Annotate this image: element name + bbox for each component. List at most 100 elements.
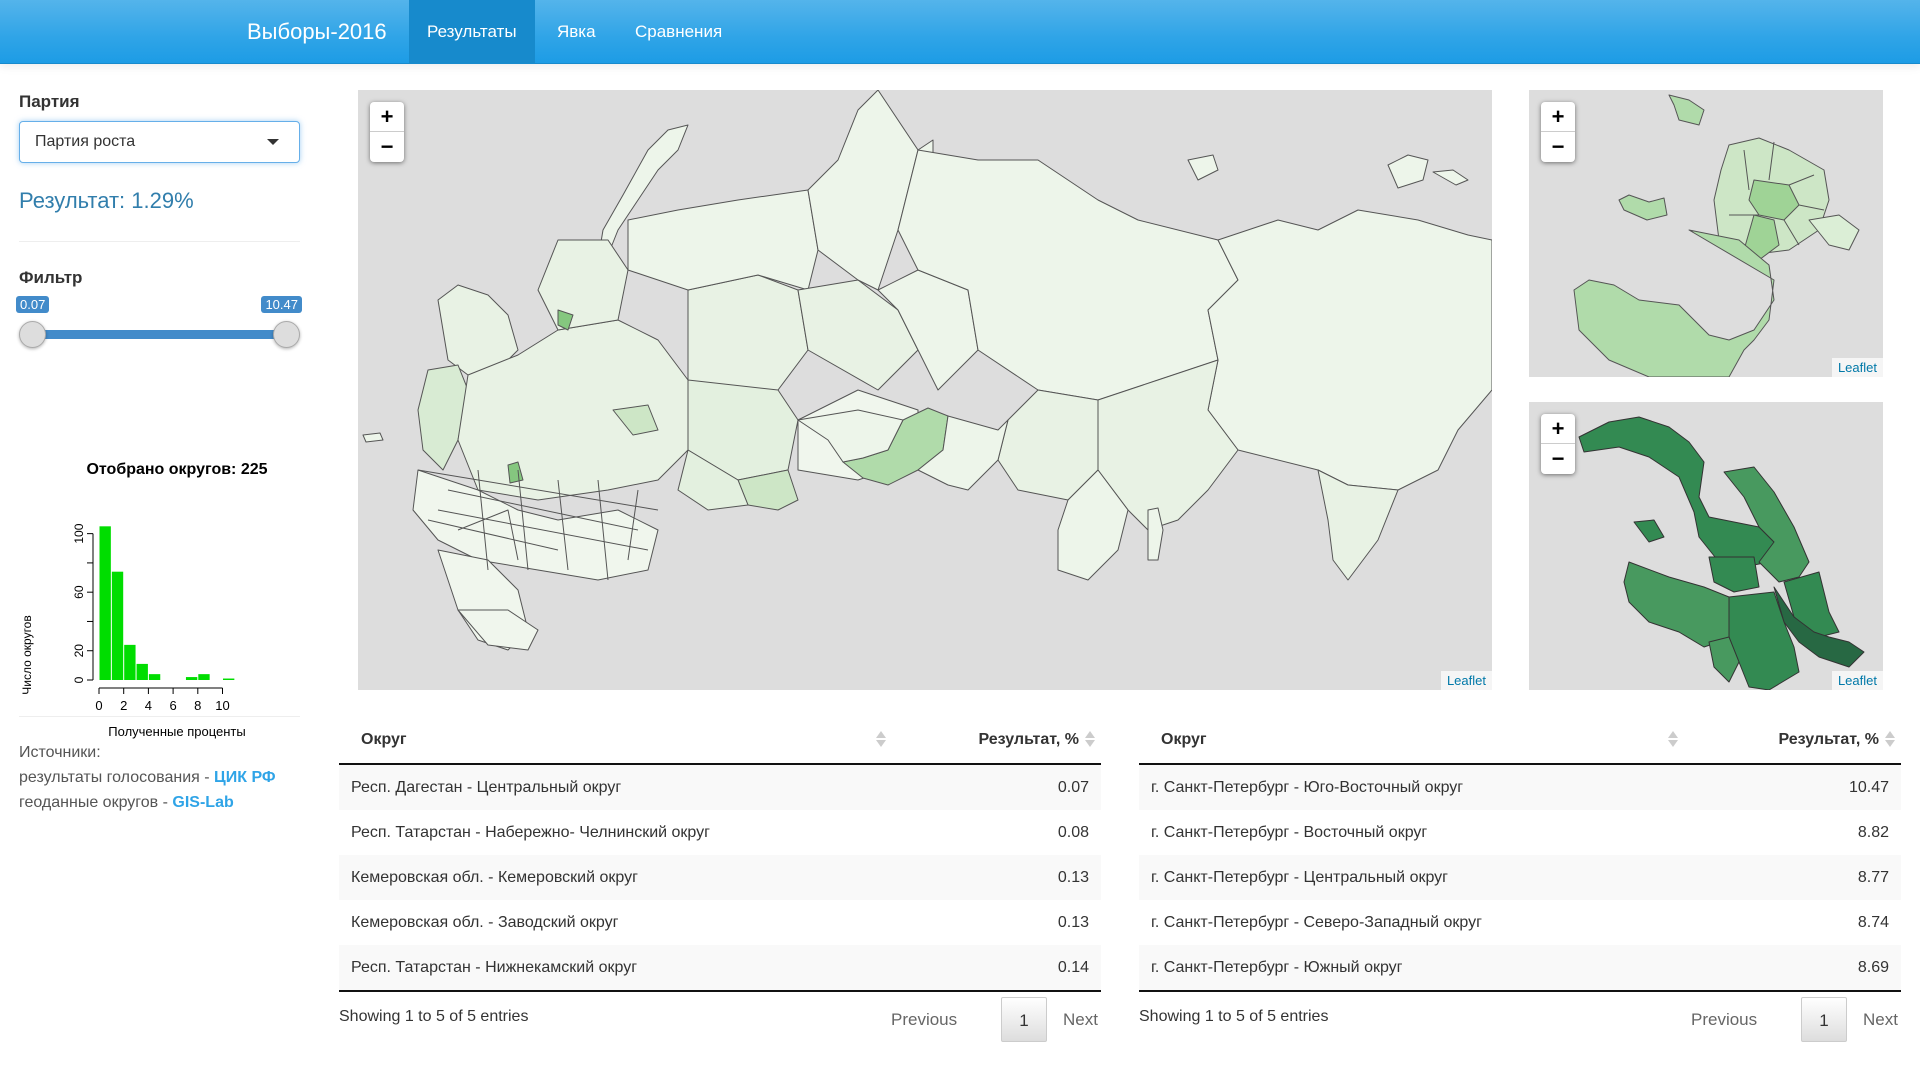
tab-comparisons[interactable]: Сравнения — [617, 0, 740, 64]
table-row[interactable]: Кемеровская обл. - Кемеровский округ 0.13 — [339, 855, 1101, 900]
region-shape — [1728, 591, 1800, 690]
russia-map[interactable]: + − Leaflet — [358, 90, 1492, 690]
cik-link[interactable]: ЦИК РФ — [214, 769, 276, 786]
slider-track[interactable] — [33, 330, 286, 339]
result-value: 10.47 — [1848, 779, 1889, 796]
chevron-down-icon — [267, 139, 279, 145]
histogram-bar — [185, 677, 198, 680]
table-row[interactable]: г. Санкт-Петербург - Восточный округ 8.82 — [1139, 810, 1901, 855]
spb-map-shapes — [1578, 416, 1865, 690]
table-body: г. Санкт-Петербург - Юго-Восточный округ… — [1139, 765, 1901, 992]
sources-title: Источники: — [19, 744, 101, 761]
result-value: 8.74 — [1857, 914, 1889, 931]
moscow-map[interactable]: + − Leaflet — [1529, 90, 1883, 377]
region-shape — [1633, 519, 1665, 543]
page-1-button[interactable]: 1 — [1001, 997, 1047, 1042]
zoom-in-button[interactable]: + — [370, 102, 404, 132]
district-name: Кемеровская обл. - Кемеровский округ — [351, 869, 638, 886]
district-name: г. Санкт-Петербург - Центральный округ — [1151, 869, 1449, 886]
district-name: Респ. Татарстан - Набережно- Челнинский … — [351, 824, 710, 841]
moscow-map-shapes — [1573, 94, 1860, 377]
party-select-value: Партия роста — [35, 133, 136, 150]
leaflet-attribution-link[interactable]: Leaflet — [1831, 358, 1883, 377]
page-1-button[interactable]: 1 — [1801, 997, 1847, 1042]
sort-icon[interactable] — [1668, 729, 1678, 749]
result-value: 8.82 — [1857, 824, 1889, 841]
histogram-bar — [136, 663, 148, 680]
y-tick-label: 100 — [72, 523, 86, 543]
column-header-district[interactable]: Округ — [1161, 731, 1207, 749]
next-button[interactable]: Next — [1063, 997, 1098, 1042]
table-row[interactable]: г. Санкт-Петербург - Северо-Западный окр… — [1139, 900, 1901, 945]
highest-results-table: Округ Результат, % г. Санкт-Петербург - … — [1139, 715, 1901, 1052]
sort-icon[interactable] — [876, 729, 886, 749]
tab-turnout[interactable]: Явка — [539, 0, 614, 64]
histogram-chart: Отобрано округов: 225 Число округов Полу… — [20, 461, 268, 739]
slider-max-handle[interactable] — [273, 321, 300, 348]
party-select[interactable]: Партия роста — [19, 121, 300, 163]
y-tick-label: 20 — [72, 644, 86, 658]
result-value: 0.07 — [1057, 779, 1089, 796]
table-row[interactable]: г. Санкт-Петербург - Юго-Восточный округ… — [1139, 765, 1901, 810]
zoom-in-button[interactable]: + — [1541, 414, 1575, 444]
gislab-link[interactable]: GIS-Lab — [172, 794, 233, 811]
table-row[interactable]: Респ. Дагестан - Центральный округ 0.07 — [339, 765, 1101, 810]
region-shape — [537, 239, 629, 331]
pagination: Previous 1 Next — [891, 997, 1101, 1042]
result-value: 8.77 — [1857, 869, 1889, 886]
x-tick-label: 8 — [194, 698, 201, 713]
region-shape — [1207, 209, 1492, 491]
region-shape — [417, 364, 469, 471]
leaflet-attribution-link[interactable]: Leaflet — [1831, 671, 1883, 690]
region-shape — [362, 432, 384, 443]
table-body: Респ. Дагестан - Центральный округ 0.07 Р… — [339, 765, 1101, 992]
table-row[interactable]: Кемеровская обл. - Заводский округ 0.13 — [339, 900, 1101, 945]
result-value: 0.14 — [1057, 959, 1089, 976]
sort-icon[interactable] — [1085, 729, 1095, 749]
table-row[interactable]: г. Санкт-Петербург - Центральный округ 8.… — [1139, 855, 1901, 900]
zoom-out-button[interactable]: − — [1541, 444, 1575, 474]
histogram-bar — [223, 678, 235, 680]
leaflet-attribution-link[interactable]: Leaflet — [1440, 671, 1492, 690]
chart-title: Отобрано округов: 225 — [86, 461, 267, 478]
zoom-out-button[interactable]: − — [370, 132, 404, 162]
y-axis-label: Число округов — [20, 615, 34, 694]
result-value: 0.13 — [1057, 914, 1089, 931]
navbar: Выборы-2016 Результаты Явка Сравнения — [0, 0, 1920, 64]
x-tick-label: 10 — [215, 698, 229, 713]
column-header-result[interactable]: Результат, % — [1779, 731, 1880, 749]
histogram-bar — [148, 674, 161, 680]
region-shape — [997, 389, 1099, 501]
tab-results[interactable]: Результаты — [409, 0, 535, 64]
divider — [19, 241, 300, 242]
result-text: Результат: 1.29% — [19, 188, 194, 213]
region-shape — [1808, 214, 1860, 251]
x-tick-label: 6 — [169, 698, 176, 713]
column-header-district[interactable]: Округ — [361, 731, 407, 749]
spb-map[interactable]: + − Leaflet — [1529, 402, 1883, 690]
slider-max-label: 10.47 — [261, 296, 302, 313]
table-header: Округ Результат, % — [339, 715, 1101, 765]
x-tick-label: 2 — [120, 698, 127, 713]
map-zoom-control: + − — [370, 102, 404, 162]
previous-button[interactable]: Previous — [891, 997, 957, 1042]
region-shape — [457, 609, 539, 651]
zoom-in-button[interactable]: + — [1541, 102, 1575, 132]
filter-range-slider[interactable]: 0.07 10.47 — [16, 296, 302, 356]
zoom-out-button[interactable]: − — [1541, 132, 1575, 162]
district-name: г. Санкт-Петербург - Северо-Западный окр… — [1151, 914, 1482, 931]
next-button[interactable]: Next — [1863, 997, 1898, 1042]
table-row[interactable]: Респ. Татарстан - Набережно- Челнинский … — [339, 810, 1101, 855]
column-header-result[interactable]: Результат, % — [979, 731, 1080, 749]
region-shape — [1618, 194, 1668, 221]
app-brand[interactable]: Выборы-2016 — [247, 0, 387, 64]
slider-min-handle[interactable] — [19, 321, 46, 348]
lowest-results-table: Округ Результат, % Респ. Дагестан - Цент… — [339, 715, 1101, 1052]
table-row[interactable]: г. Санкт-Петербург - Южный округ 8.69 — [1139, 945, 1901, 990]
table-row[interactable]: Респ. Татарстан - Нижнекамский округ 0.14 — [339, 945, 1101, 990]
previous-button[interactable]: Previous — [1691, 997, 1757, 1042]
sort-icon[interactable] — [1885, 729, 1895, 749]
table-info: Showing 1 to 5 of 5 entries — [339, 1008, 529, 1025]
table-info: Showing 1 to 5 of 5 entries — [1139, 1008, 1329, 1025]
sources-line2: геоданные округов - — [19, 794, 173, 811]
